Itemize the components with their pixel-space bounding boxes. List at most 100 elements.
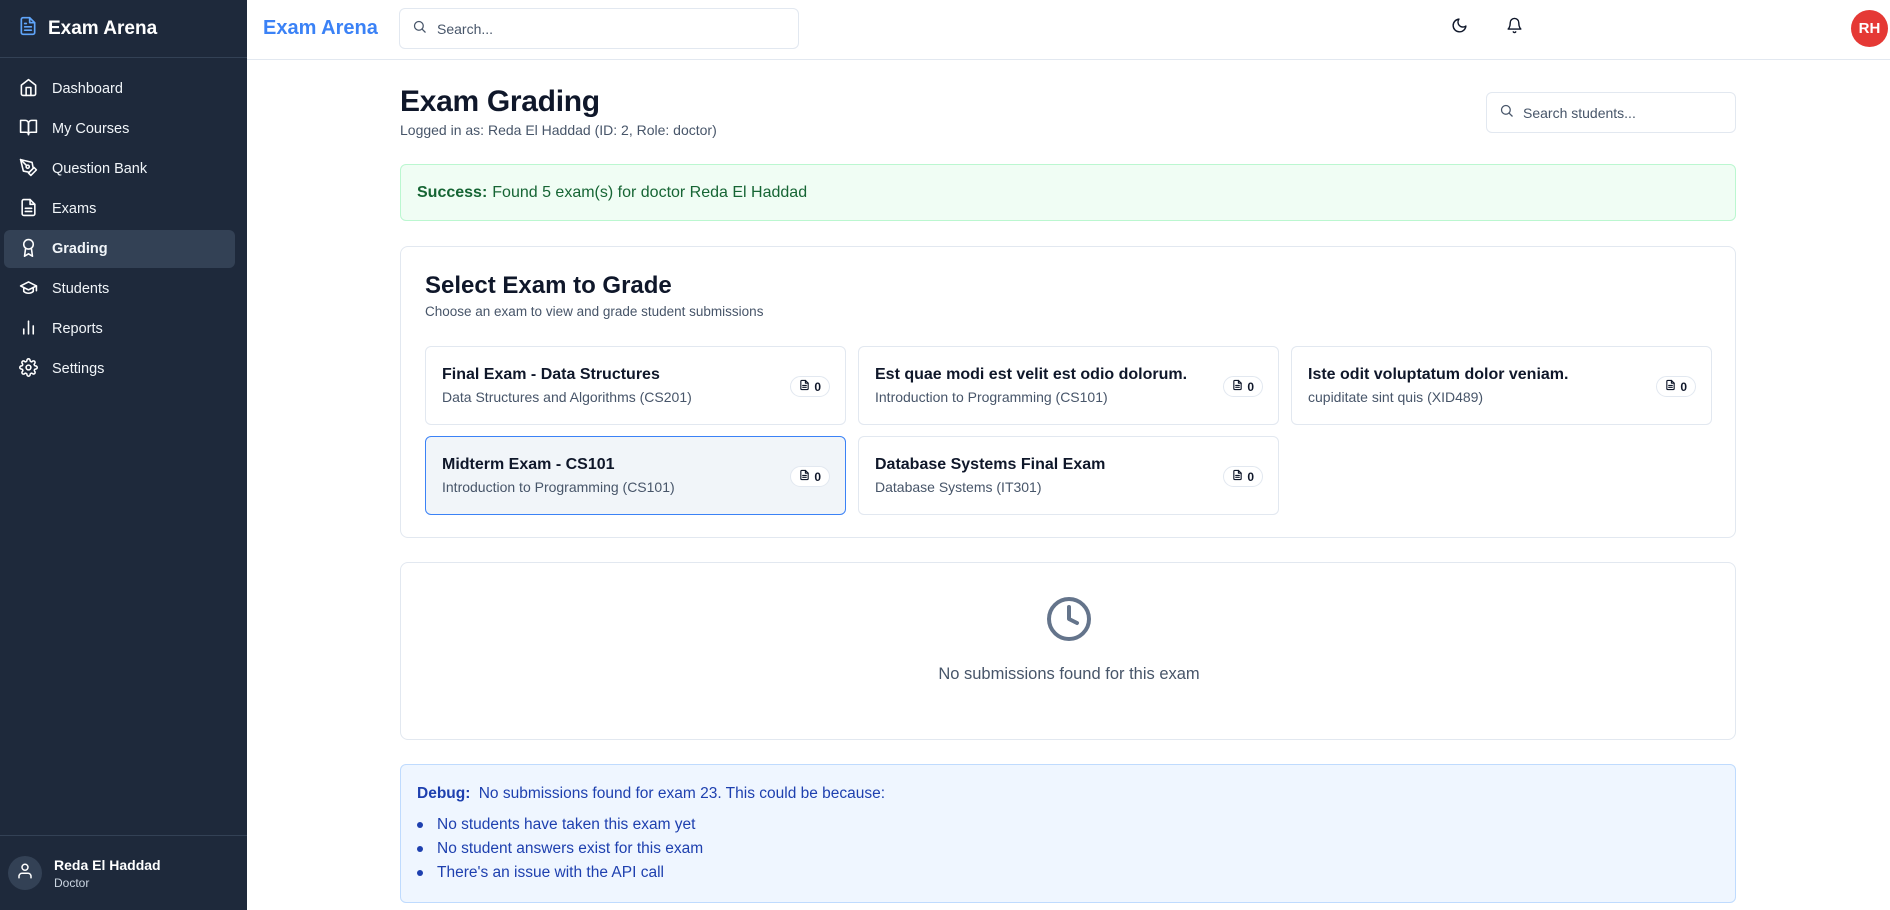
user-name: Reda El Haddad <box>54 856 161 873</box>
submission-count: 0 <box>1247 379 1254 394</box>
success-alert: Success: Found 5 exam(s) for doctor Reda… <box>400 164 1736 221</box>
card-title: Select Exam to Grade <box>425 272 672 299</box>
notifications-button[interactable] <box>1503 17 1525 39</box>
page-subtitle: Logged in as: Reda El Haddad (ID: 2, Rol… <box>400 122 717 138</box>
submission-count: 0 <box>814 469 821 484</box>
submission-count: 0 <box>814 379 821 394</box>
sidebar-item-label: Settings <box>52 361 105 377</box>
page-title: Exam Grading <box>400 85 600 118</box>
file-text-icon <box>19 198 38 221</box>
sidebar-item-label: Students <box>52 281 110 297</box>
sidebar-item-reports[interactable]: Reports <box>4 310 235 348</box>
student-search[interactable] <box>1486 92 1736 133</box>
topbar: Exam Arena RH <box>247 0 1890 60</box>
sidebar-brand[interactable]: Exam Arena <box>0 0 247 58</box>
exam-card[interactable]: Database Systems Final Exam Database Sys… <box>858 436 1279 515</box>
sidebar: Exam Arena Dashboard My Courses Question… <box>0 0 247 910</box>
sidebar-item-my-courses[interactable]: My Courses <box>4 110 235 148</box>
user-role: Doctor <box>54 875 90 890</box>
list-item: No students have taken this exam yet <box>417 813 703 837</box>
exam-course: cupiditate sint quis (XID489) <box>1308 389 1484 405</box>
empty-state-message: No submissions found for this exam <box>938 665 1200 683</box>
exam-course: Database Systems (IT301) <box>875 479 1042 495</box>
debug-panel: Debug: No submissions found for exam 23.… <box>400 764 1736 903</box>
debug-reasons: No students have taken this exam yet No … <box>417 813 703 885</box>
card-subtitle: Choose an exam to view and grade student… <box>425 304 764 319</box>
sidebar-item-label: My Courses <box>52 121 130 137</box>
file-icon <box>799 469 810 484</box>
user-avatar-button[interactable]: RH <box>1851 10 1888 47</box>
exam-card[interactable]: Iste odit voluptatum dolor veniam. cupid… <box>1291 346 1712 425</box>
exam-card[interactable]: Final Exam - Data Structures Data Struct… <box>425 346 846 425</box>
moon-icon <box>1451 17 1468 39</box>
search-icon <box>412 19 427 39</box>
bullet <box>417 846 423 852</box>
debug-line: Debug: No submissions found for exam 23.… <box>417 785 885 803</box>
submission-count-badge: 0 <box>790 466 830 487</box>
exam-title: Database Systems Final Exam <box>875 456 1106 473</box>
submission-count: 0 <box>1247 469 1254 484</box>
bell-icon <box>1506 17 1523 39</box>
search-icon <box>1499 103 1514 123</box>
alert-message: Found 5 exam(s) for doctor Reda El Hadda… <box>492 183 808 201</box>
select-exam-card: Select Exam to Grade Choose an exam to v… <box>400 246 1736 538</box>
sidebar-item-label: Dashboard <box>52 81 123 97</box>
exam-course: Introduction to Programming (CS101) <box>875 389 1108 405</box>
student-search-input[interactable] <box>1523 104 1723 121</box>
exam-title: Iste odit voluptatum dolor veniam. <box>1308 366 1569 383</box>
award-icon <box>19 238 38 261</box>
sidebar-item-label: Reports <box>52 321 103 337</box>
sidebar-item-question-bank[interactable]: Question Bank <box>4 150 235 188</box>
exam-course: Data Structures and Algorithms (CS201) <box>442 389 692 405</box>
gear-icon <box>19 357 38 381</box>
user-icon <box>16 862 34 885</box>
empty-state: No submissions found for this exam <box>400 562 1736 740</box>
submission-count-badge: 0 <box>1223 376 1263 397</box>
exam-title: Final Exam - Data Structures <box>442 366 660 383</box>
brand-name: Exam Arena <box>48 17 158 39</box>
submission-count-badge: 0 <box>1223 466 1263 487</box>
exam-title: Midterm Exam - CS101 <box>442 456 615 473</box>
file-icon <box>1665 379 1676 394</box>
submission-count-badge: 0 <box>790 376 830 397</box>
reason-text: There's an issue with the API call <box>437 864 664 881</box>
sidebar-item-label: Question Bank <box>52 161 148 177</box>
debug-label: Debug: <box>417 785 471 802</box>
exam-card[interactable]: Est quae modi est velit est odio dolorum… <box>858 346 1279 425</box>
sidebar-item-exams[interactable]: Exams <box>4 190 235 228</box>
list-item: There's an issue with the API call <box>417 861 703 885</box>
file-icon <box>1232 469 1243 484</box>
list-item: No student answers exist for this exam <box>417 837 703 861</box>
home-icon <box>19 78 38 101</box>
sidebar-nav: Dashboard My Courses Question Bank Exams… <box>0 58 247 388</box>
debug-message: No submissions found for exam 23. This c… <box>478 785 886 802</box>
app-title[interactable]: Exam Arena <box>263 17 378 40</box>
pen-tool-icon <box>19 158 38 181</box>
submission-count-badge: 0 <box>1656 376 1696 397</box>
search-input[interactable] <box>437 20 777 37</box>
file-text-icon <box>18 15 38 42</box>
sidebar-item-settings[interactable]: Settings <box>4 350 235 388</box>
global-search[interactable] <box>399 8 799 49</box>
bullet <box>417 870 423 876</box>
exam-course: Introduction to Programming (CS101) <box>442 479 675 495</box>
exam-card-selected[interactable]: Midterm Exam - CS101 Introduction to Pro… <box>425 436 846 515</box>
reason-text: No students have taken this exam yet <box>437 816 696 833</box>
file-icon <box>1232 379 1243 394</box>
bullet <box>417 822 423 828</box>
sidebar-user[interactable]: Reda El Haddad Doctor <box>0 835 247 910</box>
exam-title: Est quae modi est velit est odio dolorum… <box>875 366 1188 383</box>
book-icon <box>19 118 38 141</box>
reason-text: No student answers exist for this exam <box>437 840 704 857</box>
file-icon <box>799 379 810 394</box>
avatar <box>8 856 42 890</box>
graduation-cap-icon <box>19 278 38 301</box>
sidebar-item-students[interactable]: Students <box>4 270 235 308</box>
sidebar-item-grading[interactable]: Grading <box>4 230 235 268</box>
submission-count: 0 <box>1680 379 1687 394</box>
theme-toggle-button[interactable] <box>1448 17 1470 39</box>
sidebar-item-label: Grading <box>52 241 108 257</box>
alert-label: Success: <box>417 183 488 201</box>
sidebar-item-dashboard[interactable]: Dashboard <box>4 70 235 108</box>
bar-chart-icon <box>19 318 38 341</box>
